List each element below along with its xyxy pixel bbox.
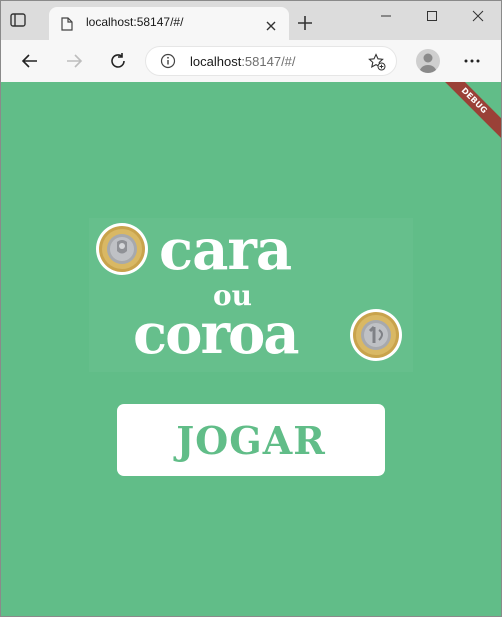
page-icon — [61, 16, 73, 35]
logo-word-cara: cara — [159, 217, 292, 283]
logo-word-coroa: coroa — [133, 301, 300, 367]
play-button[interactable]: JOGAR — [117, 404, 385, 476]
address-bar[interactable]: localhost:58147/#/ — [145, 46, 397, 76]
tab-title: localhost:58147/#/ — [86, 15, 184, 29]
address-toolbar: localhost:58147/#/ — [1, 40, 501, 83]
url-host: localhost — [190, 54, 242, 69]
tab-actions-icon[interactable] — [9, 11, 29, 31]
add-favorite-icon[interactable] — [368, 53, 386, 75]
play-button-label: JOGAR — [176, 417, 326, 463]
coin-tails-icon — [350, 309, 402, 361]
more-menu-icon[interactable] — [463, 52, 481, 74]
close-tab-icon[interactable] — [265, 17, 277, 36]
profile-avatar[interactable] — [416, 49, 440, 73]
forward-icon[interactable] — [62, 49, 86, 73]
app-screen: DEBUG cara ou coroa JOGAR — [1, 82, 501, 616]
game-logo: cara ou coroa — [89, 218, 413, 372]
tab-bar: localhost:58147/#/ — [1, 1, 501, 40]
browser-tab[interactable]: localhost:58147/#/ — [49, 7, 289, 40]
browser-window: localhost:58147/#/ localhost:58147/#/ DE… — [0, 0, 502, 617]
refresh-icon[interactable] — [106, 49, 130, 73]
coin-heads-icon — [96, 223, 148, 275]
url-text: localhost:58147/#/ — [190, 54, 296, 69]
close-window-icon[interactable] — [455, 1, 501, 31]
minimize-icon[interactable] — [363, 1, 409, 31]
url-path: :58147/#/ — [241, 54, 296, 69]
new-tab-icon[interactable] — [297, 15, 313, 35]
debug-banner: DEBUG — [430, 82, 501, 145]
maximize-icon[interactable] — [409, 1, 455, 31]
site-info-icon[interactable] — [160, 53, 176, 73]
back-icon[interactable] — [18, 49, 42, 73]
